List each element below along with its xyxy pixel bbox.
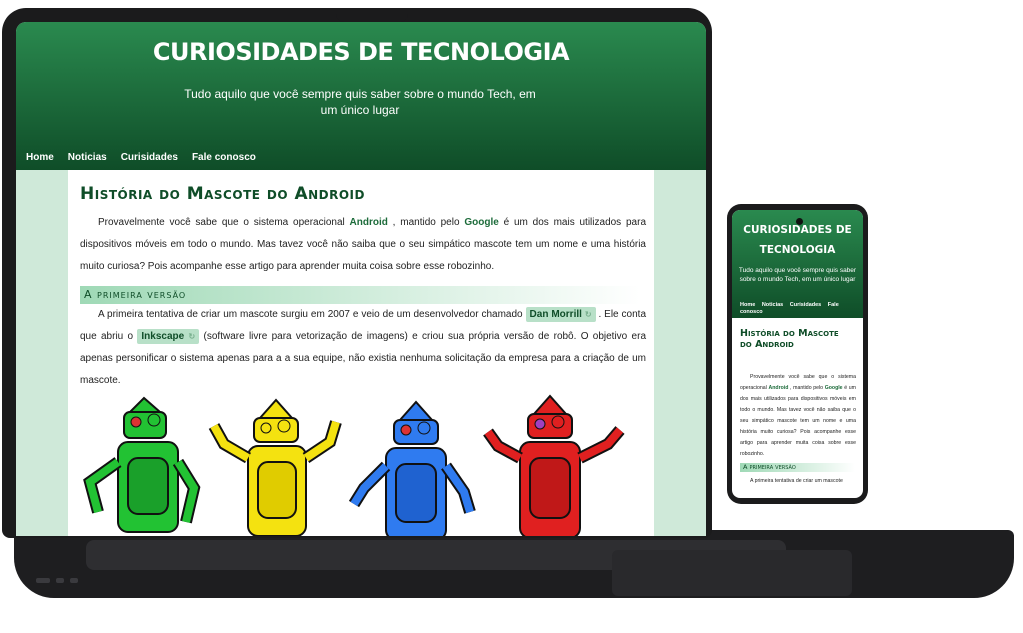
nav-curiosidades[interactable]: Curisidades — [121, 152, 178, 163]
red-robot — [483, 394, 625, 536]
laptop-trackpad — [612, 550, 852, 596]
green-robot — [83, 396, 201, 533]
phone-android-link[interactable]: Android — [768, 385, 788, 391]
phone-screen: CURIOSIDADES DE TECNOLOGIA Tudo aquilo q… — [732, 210, 863, 498]
inkscape-link[interactable]: Inkscape ↻ — [137, 329, 200, 344]
laptop-port — [56, 578, 64, 583]
yellow-robot — [208, 398, 342, 536]
phone-device: CURIOSIDADES DE TECNOLOGIA Tudo aquilo q… — [727, 204, 868, 504]
phone-nav: Home Noticias Curisidades Fale conosco — [740, 302, 858, 316]
laptop-lid: CURIOSIDADES DE TECNOLOGIA Tudo aquilo q… — [2, 8, 712, 538]
laptop-port — [36, 578, 50, 583]
nav-fale-conosco[interactable]: Fale conosco — [192, 152, 256, 163]
text-segment: , mantido pelo — [788, 385, 825, 391]
phone-site-tagline: Tudo aquilo que você sempre quis saber s… — [738, 267, 857, 283]
dan-morrill-link[interactable]: Dan Morrill ↻ — [525, 307, 596, 322]
site-header: CURIOSIDADES DE TECNOLOGIA Tudo aquilo q… — [16, 22, 706, 170]
phone-nav-curiosidades[interactable]: Curisidades — [790, 302, 821, 308]
text-segment: Provavelmente você sabe que o sistema op… — [98, 217, 350, 228]
phone-site-header: CURIOSIDADES DE TECNOLOGIA Tudo aquilo q… — [732, 210, 863, 318]
section-heading-bar: A primeira versão — [80, 286, 640, 304]
main-nav: Home Noticias Curisidades Fale conosco — [26, 152, 256, 163]
phone-google-link[interactable]: Google — [825, 385, 843, 391]
phone-camera — [796, 218, 803, 225]
google-keyword-link[interactable]: Google — [464, 217, 498, 228]
phone-site-title: CURIOSIDADES DE TECNOLOGIA — [743, 224, 852, 256]
phone-article-paragraph-2: A primeira tentativa de criar um mascote — [750, 478, 843, 484]
external-link-icon: ↻ — [584, 310, 592, 319]
blue-robot — [348, 400, 476, 536]
phone-section-title: A primeira versão — [740, 463, 855, 472]
text-segment: A primeira tentativa de criar um mascote… — [98, 309, 526, 320]
phone-nav-home[interactable]: Home — [740, 302, 755, 308]
external-link-icon: ↻ — [188, 332, 196, 341]
android-mascot-robots-image — [83, 394, 625, 536]
link-label: Inkscape — [141, 331, 185, 342]
laptop-notch — [336, 8, 408, 22]
android-keyword-link[interactable]: Android — [350, 217, 388, 228]
laptop-port — [70, 578, 78, 583]
text-segment: , mantido pelo — [387, 217, 465, 228]
article-paragraph-2: A primeira tentativa de criar um mascote… — [80, 304, 646, 392]
article-paragraph-1: Provavelmente você sabe que o sistema op… — [80, 212, 646, 278]
article-content: História do Mascote do Android Provavelm… — [68, 170, 654, 536]
link-label: Dan Morrill — [529, 309, 582, 320]
section-title: A primeira versão — [84, 288, 187, 301]
phone-article-paragraph-1: Provavelmente você sabe que o sistema op… — [740, 372, 856, 460]
article-title: História do Mascote do Android — [80, 184, 365, 204]
phone-nav-noticias[interactable]: Noticias — [762, 302, 783, 308]
site-tagline: Tudo aquilo que você sempre quis saber s… — [184, 87, 536, 117]
nav-noticias[interactable]: Noticias — [68, 152, 107, 163]
site-title: CURIOSIDADES DE TECNOLOGIA — [152, 38, 570, 66]
nav-home[interactable]: Home — [26, 152, 54, 163]
text-segment: é um dos mais utilizados para dispositiv… — [740, 385, 856, 457]
laptop-screen: CURIOSIDADES DE TECNOLOGIA Tudo aquilo q… — [16, 22, 706, 536]
phone-article-title: História do Mascote do Android — [740, 328, 839, 350]
